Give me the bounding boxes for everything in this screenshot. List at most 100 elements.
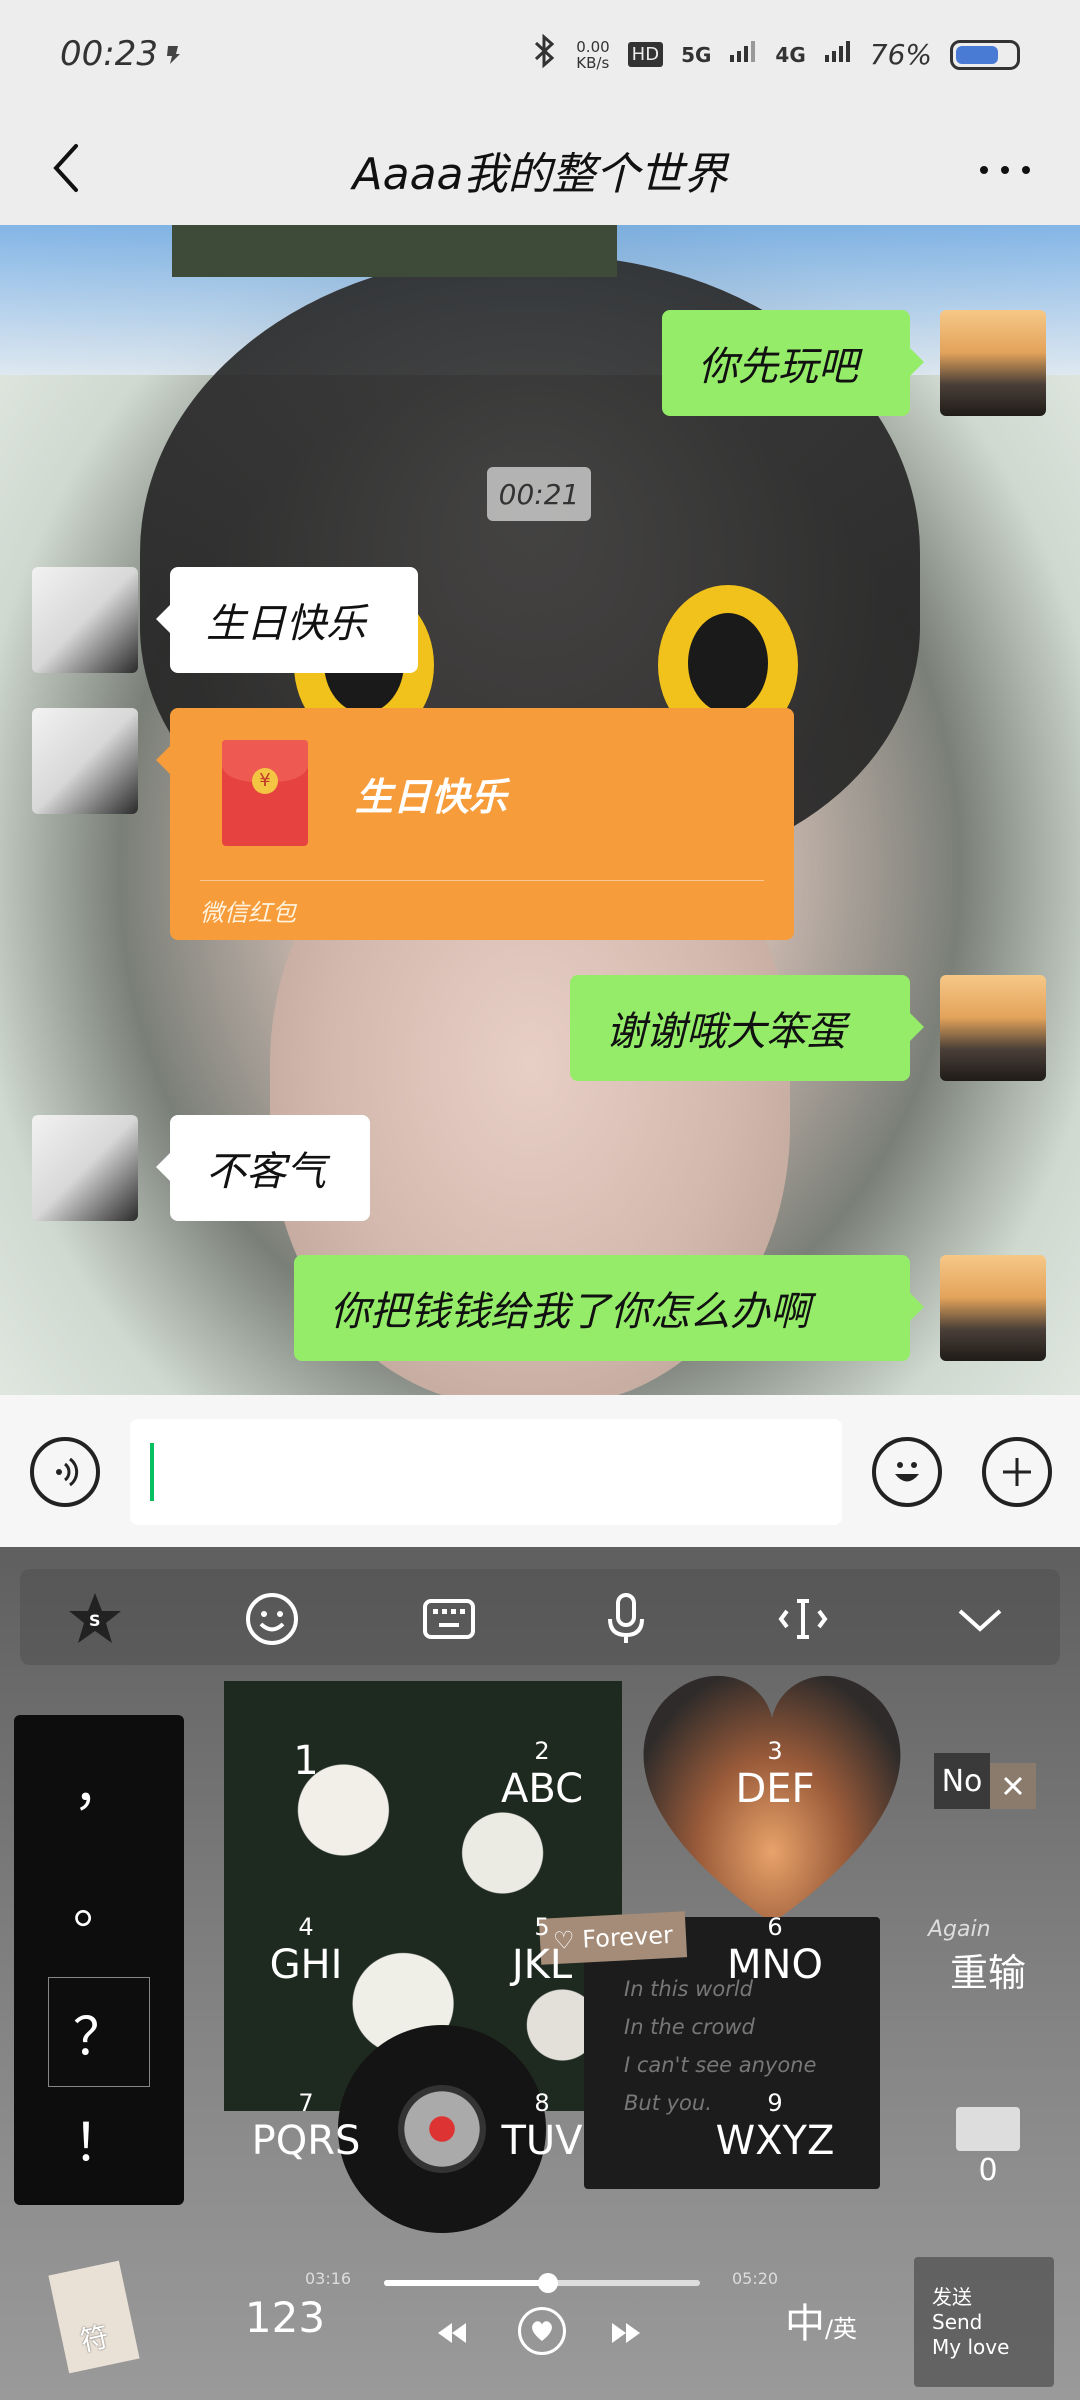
music-progress-fill <box>384 2280 549 2286</box>
keyboard-logo-button[interactable]: S <box>60 1587 130 1651</box>
key-number: 7 <box>298 2089 314 2117</box>
key-1[interactable]: 1 <box>246 1737 366 1785</box>
avatar-contact[interactable] <box>32 1115 138 1221</box>
key-2[interactable]: 2 ABC <box>482 1737 602 1813</box>
svg-text:S: S <box>89 1611 101 1630</box>
chat-area[interactable]: 你先玩吧 00:21 生日快乐 ¥ 生日快乐 微信红包 谢谢哦大笨蛋 不客气 你… <box>0 225 1080 1395</box>
keyboard-voice-button[interactable] <box>591 1587 661 1651</box>
net-speed: 0.00 KB/s <box>576 39 609 71</box>
avatar-self[interactable] <box>940 1255 1046 1361</box>
wallpaper-game-strip <box>172 225 617 277</box>
key-number: 2 <box>534 1737 550 1765</box>
music-progress-bar[interactable] <box>384 2273 700 2293</box>
delete-tag-no: No <box>934 1753 990 1809</box>
status-bar: 00:23 0.00 KB/s HD 5G 4G 76% <box>0 0 1080 110</box>
avatar-self[interactable] <box>940 975 1046 1081</box>
avatar-contact[interactable] <box>32 708 138 814</box>
message-timestamp: 00:21 <box>487 467 591 521</box>
chat-header: Aaaa我的整个世界 <box>0 110 1080 225</box>
keyboard-toolbar: S <box>20 1569 1060 1665</box>
key-number: 8 <box>534 2089 550 2117</box>
keyboard-cursor-button[interactable] <box>768 1587 838 1651</box>
key-8[interactable]: 8 TUV <box>482 2089 602 2165</box>
close-icon <box>1003 1776 1023 1796</box>
number-mode-key[interactable]: 123 <box>230 2293 340 2342</box>
keyboard-emoji-button[interactable] <box>237 1587 307 1651</box>
message-bubble-incoming[interactable]: 生日快乐 <box>156 567 418 673</box>
music-progress-knob[interactable] <box>538 2273 559 2293</box>
input-bar <box>0 1395 1080 1547</box>
keyboard-icon <box>423 1599 475 1639</box>
text-cursor-icon <box>778 1599 828 1639</box>
key-5[interactable]: 5 JKL <box>482 1913 602 1989</box>
battery-fill <box>956 45 998 64</box>
smiley-icon <box>246 1593 298 1645</box>
more-dots-icon <box>980 166 1030 174</box>
message-bubble-outgoing[interactable]: 谢谢哦大笨蛋 <box>570 975 924 1081</box>
key-number: 3 <box>767 1737 783 1765</box>
signal-icon <box>729 39 757 70</box>
delete-key[interactable] <box>990 1763 1036 1809</box>
key-9[interactable]: 9 WXYZ <box>715 2089 835 2165</box>
key-number: 9 <box>767 2089 783 2117</box>
microphone-icon <box>608 1593 644 1643</box>
more-functions-button[interactable] <box>982 1437 1052 1507</box>
voice-input-button[interactable] <box>30 1437 100 1507</box>
message-bubble-outgoing[interactable]: 你先玩吧 <box>662 310 924 416</box>
emoji-button[interactable] <box>872 1437 942 1507</box>
chevron-down-icon <box>958 1609 1002 1632</box>
key-7[interactable]: 7 PQRS <box>246 2089 366 2165</box>
hd-badge: HD <box>627 42 664 67</box>
battery-icon <box>950 39 1020 70</box>
more-button[interactable] <box>970 140 1040 200</box>
key-6[interactable]: 6 MNO <box>715 1913 835 1989</box>
punct-period-key[interactable]: 。 <box>14 1863 184 1938</box>
previous-track-button[interactable] <box>432 2313 472 2353</box>
red-packet-divider <box>200 880 764 881</box>
red-envelope-icon: ¥ <box>222 740 308 846</box>
chat-title: Aaaa我的整个世界 <box>352 149 728 200</box>
punct-exclaim-key[interactable]: ！ <box>14 2101 184 2176</box>
key-3[interactable]: 3 DEF <box>715 1737 835 1813</box>
plus-icon <box>1003 1458 1031 1486</box>
lyric-line: In the crowd <box>624 2015 755 2039</box>
keyboard-hide-button[interactable] <box>945 1587 1015 1651</box>
lyric-line: But you. <box>624 2091 712 2115</box>
smiley-icon <box>895 1462 919 1482</box>
record-label <box>398 2085 486 2173</box>
voice-icon <box>56 1457 79 1487</box>
key-letters: GHI <box>269 1942 343 1988</box>
punctuation-column[interactable]: ， 。 ？ ！ <box>14 1715 184 2205</box>
lyric-line: I can't see anyone <box>624 2053 817 2077</box>
message-bubble-incoming[interactable]: 不客气 <box>156 1115 370 1221</box>
key-letters: ABC <box>500 1766 584 1812</box>
zero-key[interactable]: 0 <box>938 2107 1038 2188</box>
bluetooth-icon <box>532 33 558 75</box>
like-button[interactable] <box>518 2307 566 2355</box>
key-letters: MNO <box>727 1942 823 1988</box>
message-input[interactable] <box>130 1419 842 1525</box>
music-duration: 05:20 <box>732 2269 779 2288</box>
signal-icon-2 <box>824 39 852 70</box>
next-track-button[interactable] <box>606 2313 646 2353</box>
retype-key[interactable]: Again 重输 <box>928 1917 1048 1997</box>
send-key[interactable]: 发送 Send My love <box>914 2257 1054 2387</box>
key-number: 6 <box>767 1913 783 1941</box>
message-bubble-outgoing[interactable]: 你把钱钱给我了你怎么办啊 <box>294 1255 924 1361</box>
again-label: Again <box>928 1917 991 1942</box>
symbols-key[interactable]: 符 <box>48 2260 140 2374</box>
sogou-logo-icon: S <box>69 1593 121 1643</box>
avatar-contact[interactable] <box>32 567 138 673</box>
keyboard-layout-button[interactable] <box>414 1587 484 1651</box>
language-switch-key[interactable]: 中/英 <box>766 2291 876 2349</box>
retype-label: 重输 <box>949 1951 1026 1995</box>
key-number: 5 <box>534 1913 550 1941</box>
punct-comma-key[interactable]: ， <box>14 1745 184 1820</box>
red-packet-message[interactable]: ¥ 生日快乐 微信红包 <box>156 708 794 940</box>
punct-question-key[interactable]: ？ <box>14 1995 184 2070</box>
key-4[interactable]: 4 GHI <box>246 1913 366 1989</box>
avatar-self[interactable] <box>940 310 1046 416</box>
text-caret <box>150 1443 154 1501</box>
network-5g: 5G <box>681 42 712 67</box>
rewind-icon <box>438 2323 466 2343</box>
